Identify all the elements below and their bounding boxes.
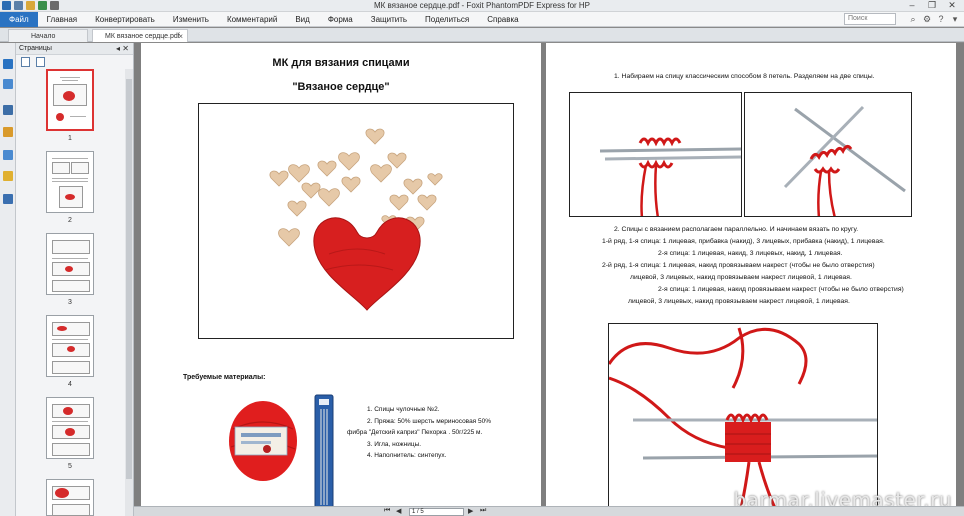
pdf-page-2: 1. Набираем на спицу классическим способ… (546, 43, 956, 516)
page-thumbnail-4[interactable] (46, 315, 94, 377)
page-thumbnail-2[interactable] (46, 151, 94, 213)
title-bar: МК вязаное сердце.pdf - Foxit PhantomPDF… (0, 0, 964, 12)
knitted-heart-image (269, 128, 443, 311)
page-thumbnail-1[interactable] (46, 69, 94, 131)
menu-help[interactable]: Справка (478, 12, 527, 27)
pages-scrollbar[interactable] (125, 69, 133, 516)
row-1-needle-2-text: 2-я спица: 1 лицевая, накид, 3 лицевых, … (658, 250, 843, 257)
status-bar: ⏮ ◀ 1 / 5 ▶ ⏭ (134, 506, 964, 516)
thumbnail-label: 2 (68, 217, 72, 224)
page-thumbnail-6[interactable] (46, 479, 94, 516)
page-number-field[interactable]: 1 / 5 (409, 508, 464, 516)
page-options-icon[interactable] (21, 57, 30, 67)
tab-label: МК вязаное сердце.pdf (105, 33, 180, 40)
pages-panel-title: Страницы (19, 45, 52, 52)
pages-panel: Страницы ◂ ✕ 1 2 3 4 5 (16, 43, 134, 516)
thumbnail-label: 3 (68, 299, 72, 306)
search-icon[interactable]: ⌕ (908, 14, 918, 24)
tab-label: Начало (31, 33, 56, 40)
thumbnail-label: 1 (68, 135, 72, 142)
page-thumbnail-5[interactable] (46, 397, 94, 459)
previous-page-icon[interactable]: ◀ (396, 507, 401, 515)
menu-view[interactable]: Вид (286, 12, 318, 27)
thumbnail-label: 5 (68, 463, 72, 470)
menu-protect[interactable]: Защитить (362, 12, 416, 27)
menu-share[interactable]: Поделиться (416, 12, 478, 27)
tab-document[interactable]: МК вязаное сердце.pdf × (92, 29, 188, 42)
yarn-ball-image (229, 401, 297, 481)
window-title: МК вязаное сердце.pdf - Foxit PhantomPDF… (373, 1, 591, 10)
navigation-panel-strip (0, 43, 16, 516)
materials-heading: Требуемые материалы: (183, 374, 266, 381)
knitting-needles-package-image (314, 394, 334, 512)
thumbnail-zoom-icon[interactable] (36, 57, 45, 67)
menu-convert[interactable]: Конвертировать (86, 12, 164, 27)
security-icon[interactable] (3, 171, 13, 181)
row-2-needle-2-text: 2-я спица: 1 лицевая, накид провязываем … (658, 286, 904, 293)
step-2-text: 2. Спицы с вязанием располагаем параллел… (614, 226, 859, 233)
settings-icon[interactable]: ⚙ (922, 14, 932, 24)
cast-on-image (599, 137, 741, 216)
menu-edit[interactable]: Изменить (164, 12, 218, 27)
bookmarks-icon[interactable] (3, 79, 13, 89)
row-2-needle-1-text: 2-й ряд, 1-я спица: 1 лицевая, накид про… (602, 262, 875, 269)
next-page-icon[interactable]: ▶ (468, 507, 473, 515)
page-thumbnail-3[interactable] (46, 233, 94, 295)
row-2-needle-2-cont-text: лицевой, 3 лицевых, накид провязываем на… (628, 298, 850, 305)
search-input[interactable]: Поиск (844, 13, 896, 25)
menu-bar: Файл Главная Конвертировать Изменить Ком… (0, 11, 964, 27)
pages-panel-icon[interactable] (3, 59, 13, 69)
pdf-page-1: МК для вязания спицами "Вязаное сердце" (141, 43, 541, 516)
material-item: фибра "Детский каприз" Пехорка . 50г/225… (347, 429, 483, 436)
panel-controls-icon[interactable]: ◂ ✕ (116, 43, 129, 55)
scrollbar-thumb[interactable] (126, 79, 132, 479)
file-menu[interactable]: Файл (0, 11, 38, 27)
signatures-icon[interactable] (3, 194, 13, 204)
material-item: 4. Наполнитель: синтепух. (367, 452, 447, 459)
material-item: 1. Спицы чулочные №2. (367, 406, 440, 413)
menu-form[interactable]: Форма (319, 12, 362, 27)
document-view[interactable]: МК для вязания спицами "Вязаное сердце" (134, 43, 964, 516)
two-needles-photo (744, 92, 912, 217)
collapse-ribbon-icon[interactable]: ▾ (950, 14, 960, 24)
document-tabs: Начало МК вязаное сердце.pdf × (0, 28, 964, 42)
page-subtitle: "Вязаное сердце" (292, 81, 390, 93)
materials-list: 1. Спицы чулочные №2. 2. Пряжа: 50% шерс… (347, 404, 533, 462)
layers-icon[interactable] (3, 105, 13, 115)
close-button[interactable]: ✕ (942, 0, 962, 11)
tab-start[interactable]: Начало (8, 29, 88, 42)
material-item: 2. Пряжа: 50% шерсть мериносовая 50% (367, 417, 492, 425)
menu-home[interactable]: Главная (38, 12, 86, 27)
cast-on-photo (569, 92, 742, 217)
menu-comment[interactable]: Комментарий (218, 12, 286, 27)
two-needles-image (783, 105, 906, 216)
minimize-button[interactable]: – (902, 0, 922, 11)
material-item: 3. Игла, ножницы. (367, 440, 422, 448)
last-page-icon[interactable]: ⏭ (480, 507, 486, 515)
first-page-icon[interactable]: ⏮ (384, 507, 390, 515)
help-icon[interactable]: ? (936, 14, 946, 24)
comments-icon[interactable] (3, 127, 13, 137)
step-1-text: 1. Набираем на спицу классическим способ… (614, 73, 875, 80)
thumbnail-label: 4 (68, 381, 72, 388)
row-2-needle-1-cont-text: лицевой, 3 лицевых, накид провязываем на… (630, 274, 852, 281)
close-tab-icon[interactable]: × (178, 30, 183, 43)
row-1-needle-1-text: 1-й ряд, 1-я спица: 1 лицевая, прибавка … (602, 238, 885, 245)
maximize-button[interactable]: ❐ (922, 0, 942, 11)
page-title: МК для вязания спицами (272, 57, 410, 69)
heart-photo (198, 103, 514, 339)
pages-panel-header: Страницы ◂ ✕ (16, 43, 133, 55)
attachments-icon[interactable] (3, 150, 13, 160)
